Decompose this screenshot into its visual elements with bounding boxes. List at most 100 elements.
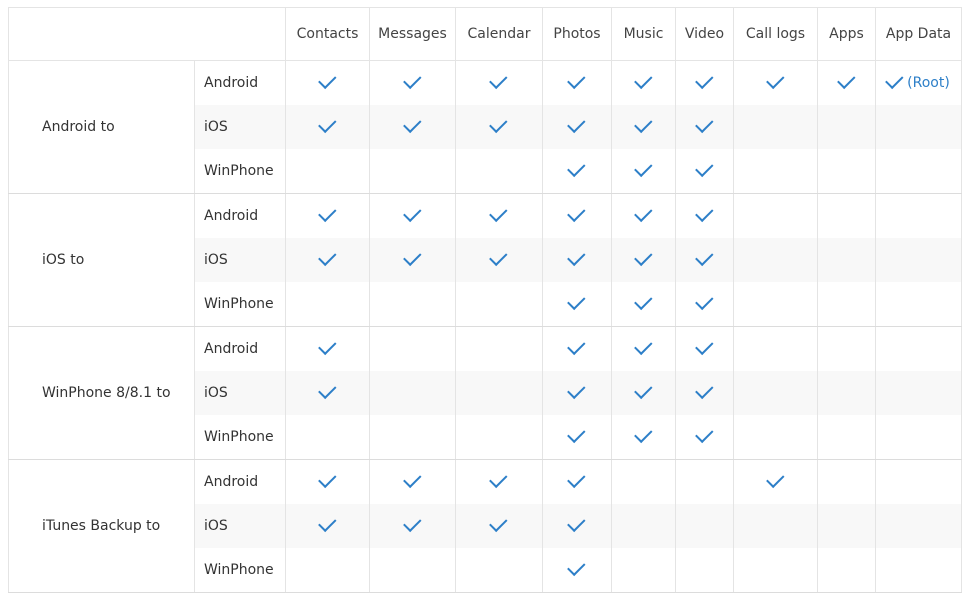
support-cell [611,326,676,371]
checkmark-icon [694,114,713,134]
checkmark-icon [694,336,713,356]
target-platform-label: iOS [194,105,286,149]
support-cell [542,371,612,415]
checkmark-icon [489,469,508,489]
checkmark-icon [694,158,713,178]
column-header: Call logs [733,7,818,61]
support-cell [369,238,456,282]
support-cell [817,371,876,415]
support-cell [733,504,818,548]
support-cell [285,60,370,105]
support-cell [285,193,370,238]
target-platform-label: WinPhone [194,149,286,194]
checkmark-icon [765,469,784,489]
support-cell [611,504,676,548]
support-cell [369,548,456,593]
support-cell [817,326,876,371]
support-cell [542,60,612,105]
support-cell [369,60,456,105]
support-cell [611,149,676,194]
support-cell [455,548,543,593]
target-platform-label: Android [194,326,286,371]
support-cell [455,415,543,460]
support-cell [875,548,962,593]
checkmark-icon [489,513,508,533]
column-header: Calendar [455,7,543,61]
target-platform-label: Android [194,60,286,105]
support-cell [542,459,612,504]
checkmark-icon [694,380,713,400]
support-cell [733,105,818,149]
header-corner [8,7,286,61]
checkmark-icon [402,114,421,134]
checkmark-icon [633,203,652,223]
checkmark-icon [694,424,713,444]
checkmark-icon [567,114,586,134]
support-cell [611,238,676,282]
support-cell [675,326,734,371]
support-cell [369,149,456,194]
support-cell [542,548,612,593]
support-cell [675,459,734,504]
checkmark-icon [567,469,586,489]
checkmark-icon [402,247,421,267]
support-cell [675,371,734,415]
target-platform-label: iOS [194,371,286,415]
checkmark-icon [402,513,421,533]
support-cell [542,105,612,149]
support-cell [733,371,818,415]
support-cell [611,60,676,105]
support-cell [369,105,456,149]
support-cell [285,459,370,504]
support-cell [369,415,456,460]
checkmark-icon [317,203,336,223]
support-cell [542,282,612,327]
support-cell [675,193,734,238]
checkmark-icon [567,380,586,400]
checkmark-icon [765,70,784,90]
checkmark-icon [567,424,586,444]
support-cell [455,193,543,238]
support-cell [733,548,818,593]
support-cell [817,60,876,105]
support-cell [285,548,370,593]
checkmark-icon [694,291,713,311]
support-cell [817,238,876,282]
checkmark-icon [567,336,586,356]
checkmark-icon [489,203,508,223]
support-cell [675,548,734,593]
support-cell [675,149,734,194]
support-cell [817,459,876,504]
checkmark-icon [633,291,652,311]
source-group-label: WinPhone 8/8.1 to [8,326,195,460]
support-cell [875,459,962,504]
support-cell [369,504,456,548]
checkmark-icon [567,557,586,577]
support-cell [875,371,962,415]
checkmark-icon [402,469,421,489]
support-cell [455,60,543,105]
column-header: Music [611,7,676,61]
support-cell [817,548,876,593]
checkmark-icon [317,247,336,267]
checkmark-icon [694,203,713,223]
support-cell [875,238,962,282]
support-cell [542,238,612,282]
support-cell [875,415,962,460]
support-cell [285,105,370,149]
support-cell [542,415,612,460]
support-cell [285,371,370,415]
checkmark-icon [633,114,652,134]
support-cell [455,371,543,415]
support-cell [733,238,818,282]
support-cell [611,193,676,238]
checkmark-icon [567,513,586,533]
support-cell [369,282,456,327]
support-cell [875,105,962,149]
support-cell [733,193,818,238]
support-cell [675,60,734,105]
support-cell [817,193,876,238]
checkmark-icon [317,70,336,90]
target-platform-label: WinPhone [194,415,286,460]
column-header: Apps [817,7,876,61]
